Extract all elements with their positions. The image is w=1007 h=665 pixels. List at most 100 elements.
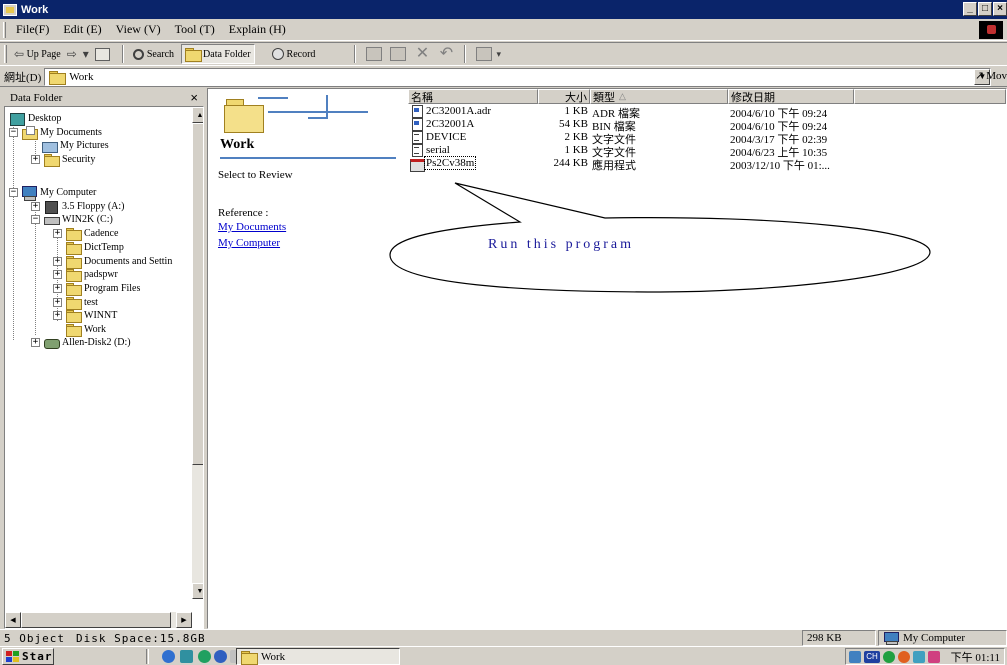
internet-explorer-icon[interactable] [162,650,175,663]
link-my-computer[interactable]: My Computer [218,237,280,249]
menu-bar: File(F) Edit (E) View (V) Tool (T) Expla… [0,19,1007,41]
network-icon[interactable] [849,650,861,663]
record-button[interactable]: Record [269,44,319,64]
toolbar-separator [354,45,357,63]
file-name: 2C32001A.adr [426,105,492,117]
content-pane: Work Select to Review Reference : My Doc… [207,88,1007,629]
start-button[interactable]: Star [2,648,54,665]
tree-item-desktop[interactable]: Desktop [9,111,61,126]
tree-label: Cadence [84,227,119,239]
folder-pane-close-button[interactable]: × [190,90,198,105]
folder-icon [43,153,60,167]
tree-item-my-computer[interactable]: − My Computer [9,185,96,201]
expand-icon[interactable]: + [31,201,40,211]
file-name: DEVICE [426,131,467,143]
delete-icon[interactable]: ✕ [414,46,430,62]
expand-icon[interactable]: + [53,228,62,238]
toolbar-grip[interactable] [4,45,7,63]
toolbar-separator [121,45,124,63]
forward-button[interactable]: ⇨ [64,44,80,64]
scroll-up-button[interactable]: ▲ [192,107,203,123]
file-row[interactable]: 2C32001A 54 KB BIN 檔案 2004/6/10 下午 09:24 [408,118,1006,133]
dropdown-button[interactable]: ▾ [80,44,92,64]
folder-tree-horizontal-scrollbar[interactable]: ◀ ▶ [5,612,192,628]
minimize-button[interactable]: _ [963,2,977,16]
views-icon[interactable] [476,47,493,61]
tree-item-winnt[interactable]: + WINNT [53,308,117,323]
file-row[interactable]: serial 1 KB 文字文件 2004/6/23 上午 10:35 [408,144,1006,159]
tray-app-icon[interactable] [898,650,910,663]
up-folder-button[interactable] [92,44,116,64]
scroll-right-button[interactable]: ▶ [176,612,192,628]
search-button[interactable]: Search [130,44,177,64]
expand-icon[interactable]: + [31,337,40,347]
maximize-button[interactable]: □ [978,2,992,16]
tree-item-dicttemp[interactable]: DictTemp [65,240,124,255]
link-my-documents[interactable]: My Documents [218,221,286,233]
show-desktop-icon[interactable] [180,650,193,663]
tree-item-win2k[interactable]: − WIN2K (C:) [31,212,113,226]
scroll-left-button[interactable]: ◀ [5,612,21,628]
expand-icon[interactable]: + [53,269,62,279]
antivirus-icon[interactable] [883,650,895,663]
tray-app-icon[interactable] [928,650,940,663]
copy-to-icon[interactable] [390,47,407,61]
collapse-icon[interactable]: − [9,127,18,137]
tree-label: padspwr [84,268,118,280]
tray-app-icon[interactable] [913,650,925,663]
tree-item-allen-disk2[interactable]: + Allen-Disk2 (D:) [31,335,131,349]
folder-icon [49,70,67,85]
expand-icon[interactable]: + [53,256,62,266]
media-player-icon[interactable] [198,650,211,663]
menubar-grip[interactable] [3,21,6,38]
expand-icon[interactable]: + [31,154,40,164]
tree-item-cadence[interactable]: + Cadence [53,226,119,241]
menu-view[interactable]: View (V) [109,22,168,37]
clock[interactable]: 下午 01:11 [951,649,1000,665]
undo-icon[interactable]: ↶ [438,46,454,62]
file-row[interactable]: DEVICE 2 KB 文字文件 2004/3/17 下午 02:39 [408,131,1006,146]
column-header-date[interactable]: 修改日期 [728,89,854,104]
collapse-icon[interactable]: − [9,187,18,197]
go-button[interactable]: ↗ Mov [975,69,1007,83]
menu-edit[interactable]: Edit (E) [56,22,108,37]
scroll-thumb[interactable] [192,123,203,465]
column-header-empty[interactable] [854,89,1006,104]
close-button[interactable]: × [993,2,1007,16]
data-folder-button[interactable]: Data Folder [181,44,255,64]
menu-file[interactable]: File(F) [9,22,56,37]
tree-label: Work [84,323,106,335]
up-page-label: Up Page [26,48,61,60]
column-header-size[interactable]: 大小 [538,89,590,104]
expand-icon[interactable]: + [53,297,62,307]
tree-item-floppy[interactable]: + 3.5 Floppy (A:) [31,199,125,214]
scroll-thumb[interactable] [21,612,171,628]
file-row-selected[interactable]: Ps2Cv38m 244 KB 應用程式 2003/12/10 下午 01:..… [408,156,1006,172]
taskbar-window-work[interactable]: Work [236,648,400,665]
folder-tree-vertical-scrollbar[interactable]: ▲ ▼ [192,107,203,599]
menu-tool[interactable]: Tool (T) [168,22,222,37]
tree-item-security[interactable]: + Security [31,152,95,167]
tree-item-work[interactable]: Work [65,322,106,337]
tree-item-padspwr[interactable]: + padspwr [53,267,118,282]
tree-item-my-pictures[interactable]: My Pictures [41,138,109,153]
expand-icon[interactable]: + [53,310,62,320]
outlook-express-icon[interactable] [214,650,227,663]
file-row[interactable]: 2C32001A.adr 1 KB ADR 檔案 2004/6/10 下午 09… [408,105,1006,120]
ime-indicator[interactable]: CH [864,650,880,663]
tree-item-test[interactable]: + test [53,295,98,310]
column-header-name[interactable]: 名稱 [408,89,538,104]
column-header-type[interactable]: 類型 △ [590,89,728,104]
tree-item-my-documents[interactable]: − My Documents [9,125,102,140]
move-to-icon[interactable] [366,47,383,61]
up-page-button[interactable]: ⇦ Up Page [11,44,64,64]
tree-item-documents-and-settings[interactable]: + Documents and Settin [53,254,172,269]
expand-icon[interactable]: + [53,283,62,293]
collapse-icon[interactable]: − [31,214,40,224]
scroll-down-button[interactable]: ▼ [192,583,203,599]
address-input[interactable]: Work ▼ [44,67,992,86]
views-dropdown-icon[interactable]: ▾ [496,49,501,60]
status-object-count: 5 Object [0,630,72,646]
tree-item-program-files[interactable]: + Program Files [53,281,140,296]
menu-explain[interactable]: Explain (H) [222,22,293,37]
